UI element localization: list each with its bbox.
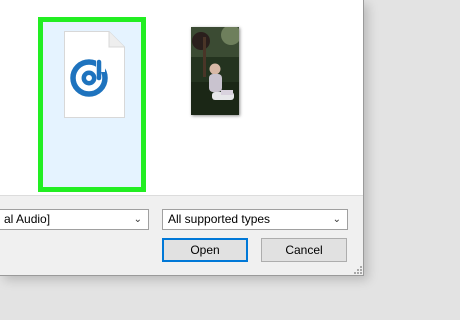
file-item-photo-thumbnail[interactable] bbox=[191, 27, 239, 115]
open-button[interactable]: Open bbox=[162, 238, 248, 262]
file-item-audio-selected[interactable] bbox=[38, 17, 146, 192]
open-file-dialog: al Audio] ⌄ All supported types ⌄ Open C… bbox=[0, 0, 364, 276]
encoding-dropdown[interactable]: al Audio] ⌄ bbox=[0, 209, 149, 230]
groove-music-icon bbox=[64, 31, 125, 118]
file-list bbox=[0, 0, 363, 195]
photo-thumbnail-image bbox=[191, 27, 239, 115]
file-type-dropdown-value: All supported types bbox=[168, 212, 271, 226]
chevron-down-icon: ⌄ bbox=[332, 214, 341, 225]
dialog-footer: al Audio] ⌄ All supported types ⌄ Open C… bbox=[0, 195, 363, 275]
encoding-dropdown-value: al Audio] bbox=[4, 212, 51, 226]
chevron-down-icon: ⌄ bbox=[133, 214, 142, 225]
resize-grip-icon[interactable] bbox=[352, 264, 362, 274]
file-type-dropdown[interactable]: All supported types ⌄ bbox=[162, 209, 348, 230]
cancel-button[interactable]: Cancel bbox=[261, 238, 347, 262]
